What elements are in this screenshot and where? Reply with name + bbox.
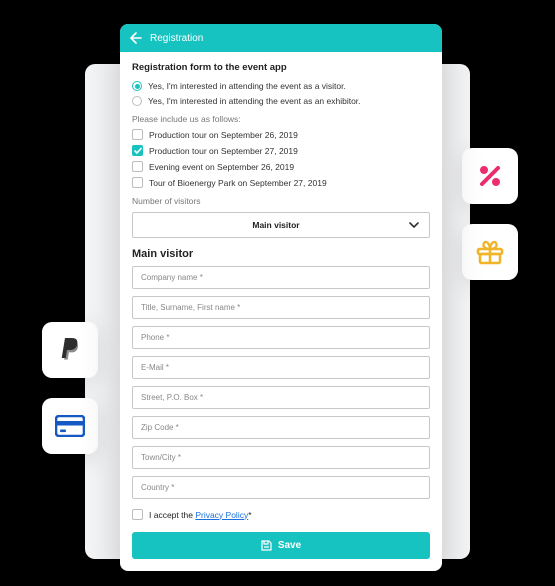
accept-suffix: * xyxy=(248,510,251,520)
placeholder: Zip Code * xyxy=(141,423,179,432)
gift-card xyxy=(462,224,518,280)
placeholder: Street, P.O. Box * xyxy=(141,393,203,402)
zip-input[interactable]: Zip Code * xyxy=(132,416,430,439)
street-input[interactable]: Street, P.O. Box * xyxy=(132,386,430,409)
check-label: Tour of Bioenergy Park on September 27, … xyxy=(149,178,327,188)
country-input[interactable]: Country * xyxy=(132,476,430,499)
accept-text: I accept the Privacy Policy* xyxy=(149,510,252,520)
percent-card xyxy=(462,148,518,204)
paypal-icon xyxy=(58,336,82,364)
save-button[interactable]: Save xyxy=(132,532,430,559)
radio-exhibitor[interactable]: Yes, I'm interested in attending the eve… xyxy=(132,96,430,106)
accept-privacy-row[interactable]: I accept the Privacy Policy* xyxy=(132,509,430,520)
chevron-down-icon xyxy=(409,222,419,228)
paypal-card xyxy=(42,322,98,378)
name-input[interactable]: Title, Surname, First name * xyxy=(132,296,430,319)
gift-icon xyxy=(475,239,505,265)
include-label: Please include us as follows: xyxy=(132,114,430,124)
check-label: Evening event on September 26, 2019 xyxy=(149,162,294,172)
accept-prefix: I accept the xyxy=(149,510,195,520)
radio-icon xyxy=(132,96,142,106)
radio-visitor[interactable]: Yes, I'm interested in attending the eve… xyxy=(132,81,430,91)
check-sep26-tour[interactable]: Production tour on September 26, 2019 xyxy=(132,129,430,140)
placeholder: E-Mail * xyxy=(141,363,169,372)
percent-icon xyxy=(477,163,503,189)
check-label: Production tour on September 27, 2019 xyxy=(149,146,298,156)
form-content: Registration form to the event app Yes, … xyxy=(120,52,442,571)
main-visitor-title: Main visitor xyxy=(132,248,430,260)
credit-card-icon xyxy=(55,415,85,437)
placeholder: Town/City * xyxy=(141,453,181,462)
visitor-select-value: Main visitor xyxy=(143,220,409,230)
phone-input[interactable]: Phone * xyxy=(132,326,430,349)
back-arrow-icon[interactable] xyxy=(130,32,142,44)
app-bar: Registration xyxy=(120,24,442,52)
appbar-title: Registration xyxy=(150,33,203,44)
radio-label: Yes, I'm interested in attending the eve… xyxy=(148,81,346,91)
town-input[interactable]: Town/City * xyxy=(132,446,430,469)
radio-icon xyxy=(132,81,142,91)
checkbox-icon xyxy=(132,509,143,520)
credit-card-card xyxy=(42,398,98,454)
placeholder: Company name * xyxy=(141,273,203,282)
placeholder: Title, Surname, First name * xyxy=(141,303,240,312)
checkbox-icon xyxy=(132,177,143,188)
checkbox-icon xyxy=(132,129,143,140)
check-label: Production tour on September 26, 2019 xyxy=(149,130,298,140)
visitor-select[interactable]: Main visitor xyxy=(132,212,430,238)
placeholder: Phone * xyxy=(141,333,169,342)
checkbox-icon xyxy=(132,161,143,172)
save-label: Save xyxy=(278,540,301,551)
checkbox-icon xyxy=(132,145,143,156)
placeholder: Country * xyxy=(141,483,174,492)
check-evening-sep26[interactable]: Evening event on September 26, 2019 xyxy=(132,161,430,172)
privacy-policy-link[interactable]: Privacy Policy xyxy=(195,510,248,520)
form-title: Registration form to the event app xyxy=(132,62,430,73)
radio-label: Yes, I'm interested in attending the eve… xyxy=(148,96,361,106)
check-sep27-tour[interactable]: Production tour on September 27, 2019 xyxy=(132,145,430,156)
save-icon xyxy=(261,540,272,551)
visitors-label: Number of visitors xyxy=(132,196,430,206)
app-frame: Registration Registration form to the ev… xyxy=(120,24,442,571)
email-input[interactable]: E-Mail * xyxy=(132,356,430,379)
check-bioenergy-sep27[interactable]: Tour of Bioenergy Park on September 27, … xyxy=(132,177,430,188)
company-input[interactable]: Company name * xyxy=(132,266,430,289)
